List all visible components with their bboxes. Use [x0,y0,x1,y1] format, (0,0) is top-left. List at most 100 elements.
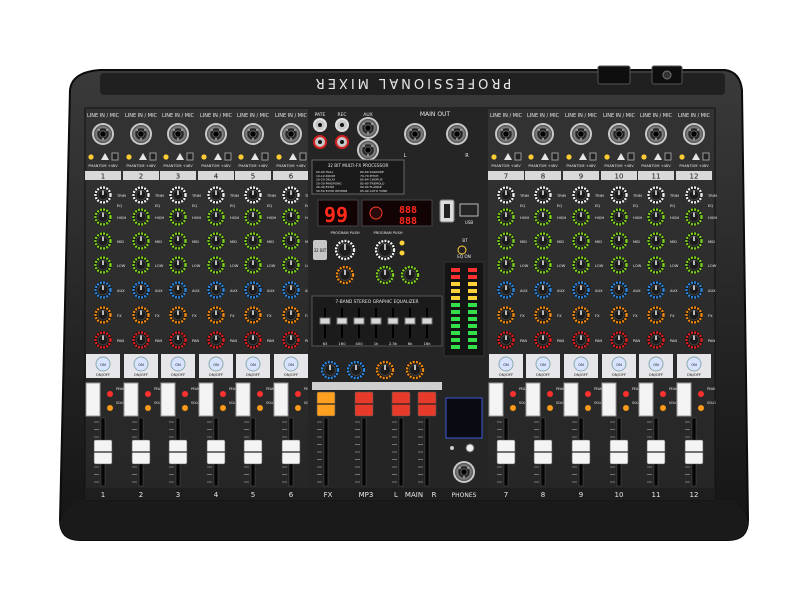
low-knob-12[interactable] [685,256,703,274]
high-knob-5[interactable] [244,208,262,226]
input-jack-3[interactable] [167,123,189,145]
mid-knob-2[interactable] [132,232,150,250]
pan-knob-7[interactable] [497,331,515,349]
phantom-switch[interactable] [514,152,522,161]
mid-knob-1[interactable] [94,232,112,250]
trim-knob-2[interactable] [132,186,150,204]
main-out-jack-r[interactable] [446,123,468,145]
aux-knob-9[interactable] [572,281,590,299]
trim-knob-9[interactable] [572,186,590,204]
mute-button-10[interactable] [601,382,617,417]
phantom-switch[interactable] [627,152,635,161]
aux-jack-1[interactable] [357,117,379,139]
fx-knob-12[interactable] [685,306,703,324]
mute-button-8[interactable] [525,382,541,417]
high-knob-3[interactable] [169,208,187,226]
phantom-switch[interactable] [111,152,119,161]
mp3-high-knob[interactable] [375,265,395,285]
usb-program-knob[interactable] [374,239,396,261]
pan-knob-4[interactable] [207,331,225,349]
pan-knob-11[interactable] [647,331,665,349]
mute-button-5[interactable] [235,382,251,417]
rca-jack-1[interactable] [335,118,349,132]
input-jack-5[interactable] [242,123,264,145]
high-knob-2[interactable] [132,208,150,226]
mute-button-4[interactable] [198,382,214,417]
mp3-low-knob[interactable] [400,265,420,285]
high-knob-9[interactable] [572,208,590,226]
aux-knob-12[interactable] [685,281,703,299]
phantom-switch[interactable] [186,152,194,161]
phantom-switch[interactable] [702,152,710,161]
pan-knob-12[interactable] [685,331,703,349]
trim-knob-3[interactable] [169,186,187,204]
pan-knob-9[interactable] [572,331,590,349]
trim-knob-1[interactable] [94,186,112,204]
aux-knob-8[interactable] [534,281,552,299]
aux-knob-6[interactable] [282,281,300,299]
fx-knob-6[interactable] [282,306,300,324]
mute-button-1[interactable] [85,382,101,417]
main-out-jack-l[interactable] [404,123,426,145]
aux-knob-4[interactable] [207,281,225,299]
phantom-switch[interactable] [149,152,157,161]
high-knob-8[interactable] [534,208,552,226]
phantom-switch[interactable] [299,152,307,161]
mid-knob-12[interactable] [685,232,703,250]
mid-knob-7[interactable] [497,232,515,250]
mute-button-3[interactable] [160,382,176,417]
low-knob-8[interactable] [534,256,552,274]
input-jack-2[interactable] [130,123,152,145]
mid-knob-11[interactable] [647,232,665,250]
mid-knob-9[interactable] [572,232,590,250]
fx-knob-8[interactable] [534,306,552,324]
mid-knob-6[interactable] [282,232,300,250]
fx-knob-11[interactable] [647,306,665,324]
aux-knob-2[interactable] [132,281,150,299]
low-knob-6[interactable] [282,256,300,274]
low-knob-7[interactable] [497,256,515,274]
aux-knob-3[interactable] [169,281,187,299]
input-jack-12[interactable] [683,123,705,145]
power-switch[interactable] [597,65,631,85]
low-knob-5[interactable] [244,256,262,274]
aux-knob-7[interactable] [497,281,515,299]
mid-knob-5[interactable] [244,232,262,250]
pan-knob-6[interactable] [282,331,300,349]
fx-return-knob[interactable] [335,265,355,285]
fx-knob-4[interactable] [207,306,225,324]
mid-knob-10[interactable] [610,232,628,250]
mid-knob-8[interactable] [534,232,552,250]
rca-jack-2[interactable] [313,135,327,149]
fx-knob-3[interactable] [169,306,187,324]
phantom-switch[interactable] [261,152,269,161]
high-knob-10[interactable] [610,208,628,226]
fx-knob-2[interactable] [132,306,150,324]
aux-knob-11[interactable] [647,281,665,299]
mute-button-6[interactable] [273,382,289,417]
fx-knob-1[interactable] [94,306,112,324]
mute-button-12[interactable] [676,382,692,417]
fx-knob-9[interactable] [572,306,590,324]
mid-knob-4[interactable] [207,232,225,250]
low-knob-1[interactable] [94,256,112,274]
input-jack-10[interactable] [608,123,630,145]
mp3-level-knob[interactable] [375,360,395,380]
fx-knob-10[interactable] [610,306,628,324]
high-knob-12[interactable] [685,208,703,226]
low-knob-11[interactable] [647,256,665,274]
phantom-switch[interactable] [224,152,232,161]
input-jack-11[interactable] [645,123,667,145]
low-knob-3[interactable] [169,256,187,274]
trim-knob-11[interactable] [647,186,665,204]
fx-knob-7[interactable] [497,306,515,324]
pan-knob-8[interactable] [534,331,552,349]
low-knob-9[interactable] [572,256,590,274]
low-knob-10[interactable] [610,256,628,274]
mid-knob-3[interactable] [169,232,187,250]
main-balance-knob[interactable] [405,360,425,380]
high-knob-1[interactable] [94,208,112,226]
fx-send-knob[interactable] [346,360,366,380]
low-knob-4[interactable] [207,256,225,274]
phantom-switch[interactable] [664,152,672,161]
